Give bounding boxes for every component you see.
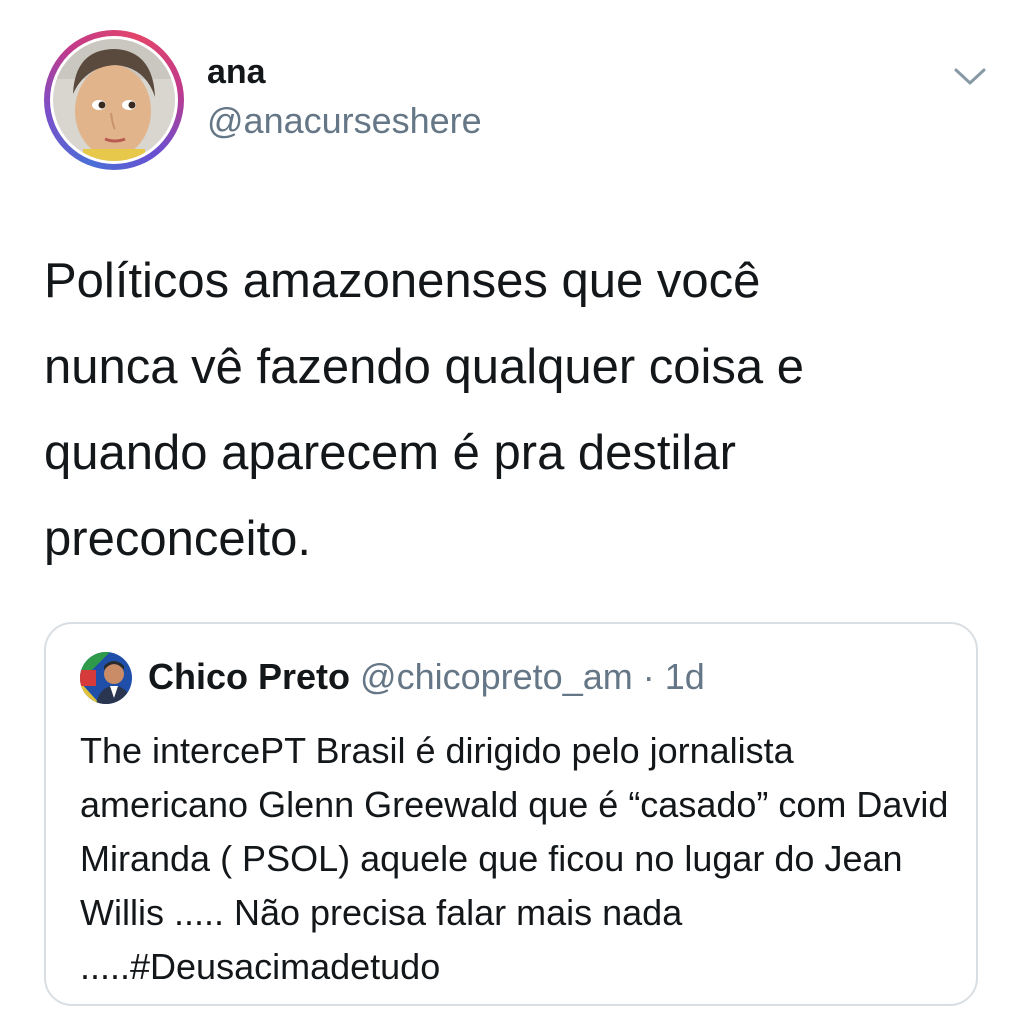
- quoted-author-handle[interactable]: @chicopreto_am: [360, 656, 633, 697]
- quoted-timestamp[interactable]: 1d: [665, 656, 705, 697]
- quoted-header: Chico Preto @chicopreto_am · 1d: [148, 656, 705, 698]
- chevron-down-icon[interactable]: [950, 62, 990, 90]
- quoted-tweet-text: The intercePT Brasil é dirigido pelo jor…: [80, 730, 949, 987]
- quoted-author-name[interactable]: Chico Preto: [148, 656, 350, 697]
- avatar-image: [53, 39, 175, 161]
- quoted-tweet-card[interactable]: Chico Preto @chicopreto_am · 1d The inte…: [44, 622, 978, 1006]
- quoted-avatar[interactable]: [80, 652, 132, 704]
- tweet-text: Políticos amazonenses que você nunca vê …: [44, 254, 805, 566]
- author-name[interactable]: ana: [207, 53, 266, 92]
- separator-dot: ·: [642, 656, 655, 697]
- avatar[interactable]: [44, 30, 184, 170]
- author-handle[interactable]: @anacurseshere: [207, 100, 482, 142]
